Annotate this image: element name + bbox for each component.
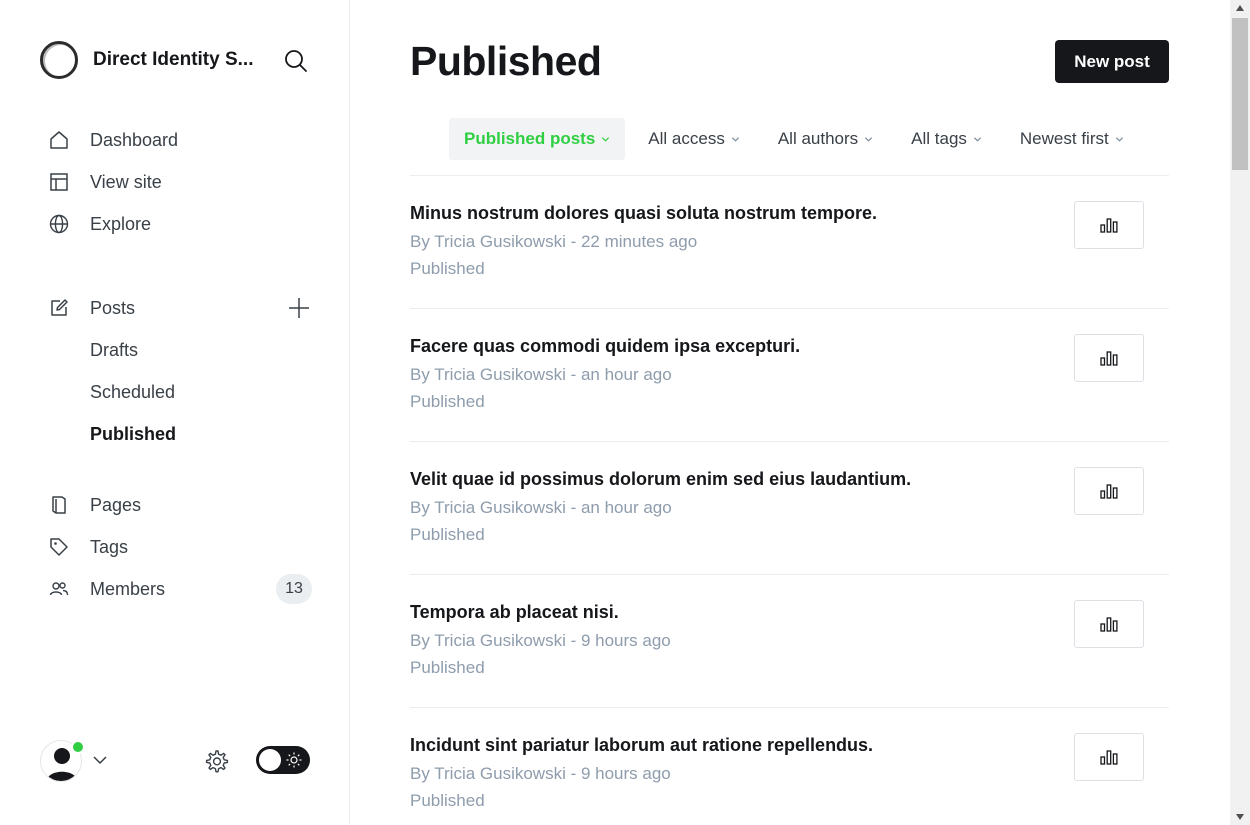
filter-type[interactable]: Published posts xyxy=(449,118,626,160)
tag-icon xyxy=(46,534,72,560)
sidebar: Direct Identity S... Dashboard View site… xyxy=(0,0,350,825)
filter-label: All access xyxy=(648,129,725,148)
post-list-item[interactable]: Tempora ab placeat nisi. By Tricia Gusik… xyxy=(410,575,1169,708)
post-title[interactable]: Facere quas commodi quidem ipsa exceptur… xyxy=(410,336,800,357)
bar-chart-icon xyxy=(1100,484,1118,499)
filter-sort[interactable]: Newest first xyxy=(1005,118,1139,160)
post-title[interactable]: Minus nostrum dolores quasi soluta nostr… xyxy=(410,203,877,224)
home-icon xyxy=(46,127,72,153)
theme-toggle[interactable] xyxy=(256,746,310,774)
chevron-down-icon xyxy=(602,136,610,142)
nav-item-label: Dashboard xyxy=(90,129,179,150)
filter-access[interactable]: All access xyxy=(633,118,755,160)
bar-chart-icon xyxy=(1100,617,1118,632)
nav-item-dashboard[interactable]: Dashboard xyxy=(46,119,316,161)
site-brand[interactable]: Direct Identity S... xyxy=(40,40,263,80)
nav-item-scheduled[interactable]: Scheduled xyxy=(46,371,316,413)
new-post-button[interactable]: New post xyxy=(1055,40,1169,83)
filter-tags[interactable]: All tags xyxy=(896,118,997,160)
post-meta: By Tricia Gusikowski - an hour ago xyxy=(410,365,672,384)
scroll-down-arrow-icon[interactable] xyxy=(1230,809,1250,825)
scroll-up-arrow-icon[interactable] xyxy=(1230,0,1250,16)
bar-chart-icon xyxy=(1100,351,1118,366)
nav-item-label: Explore xyxy=(90,213,152,234)
scrollbar-thumb[interactable] xyxy=(1232,18,1248,170)
edit-icon xyxy=(46,295,72,321)
nav-item-label: Members xyxy=(90,578,166,599)
secondary-nav: Pages Tags Members 13 xyxy=(46,484,316,610)
gear-icon[interactable] xyxy=(202,747,230,775)
chevron-down-icon xyxy=(1115,136,1123,142)
nav-item-label: Drafts xyxy=(90,339,139,360)
analytics-button[interactable] xyxy=(1074,201,1144,249)
sidebar-footer xyxy=(40,738,312,782)
site-logo xyxy=(40,41,78,79)
filter-label: Published posts xyxy=(464,129,596,148)
nav-item-label: Pages xyxy=(90,494,142,515)
post-status: Published xyxy=(410,658,485,677)
nav-item-published[interactable]: Published xyxy=(46,413,316,455)
post-meta: By Tricia Gusikowski - 9 hours ago xyxy=(410,764,671,783)
nav-item-label: View site xyxy=(90,171,162,192)
post-list-item[interactable]: Facere quas commodi quidem ipsa exceptur… xyxy=(410,309,1169,442)
members-count-badge: 13 xyxy=(276,574,312,604)
main-content: Published New post Published posts All a… xyxy=(350,0,1230,825)
primary-nav: Dashboard View site Explore xyxy=(46,119,316,245)
search-icon[interactable] xyxy=(283,48,309,74)
post-meta: By Tricia Gusikowski - 22 minutes ago xyxy=(410,232,698,251)
bar-chart-icon xyxy=(1100,218,1118,233)
chevron-down-icon[interactable] xyxy=(92,752,108,768)
post-meta: By Tricia Gusikowski - an hour ago xyxy=(410,498,672,517)
post-list-item[interactable]: Incidunt sint pariatur laborum aut ratio… xyxy=(410,708,1169,825)
nav-item-label: Posts xyxy=(90,297,136,318)
post-status: Published xyxy=(410,392,485,411)
toggle-knob xyxy=(259,749,281,771)
nav-item-members[interactable]: Members 13 xyxy=(46,568,316,610)
chevron-down-icon xyxy=(731,136,739,142)
post-title[interactable]: Tempora ab placeat nisi. xyxy=(410,602,619,623)
nav-item-label: Tags xyxy=(90,536,129,557)
posts-nav: Posts Drafts Scheduled Published xyxy=(46,287,316,455)
page-icon xyxy=(46,492,72,518)
nav-item-pages[interactable]: Pages xyxy=(46,484,316,526)
analytics-button[interactable] xyxy=(1074,600,1144,648)
nav-item-explore[interactable]: Explore xyxy=(46,203,316,245)
filter-authors[interactable]: All authors xyxy=(763,118,888,160)
chevron-down-icon xyxy=(973,136,981,142)
post-title[interactable]: Incidunt sint pariatur laborum aut ratio… xyxy=(410,735,873,756)
post-meta: By Tricia Gusikowski - 9 hours ago xyxy=(410,631,671,650)
nav-item-label: Scheduled xyxy=(90,381,176,402)
site-title: Direct Identity S... xyxy=(93,49,254,70)
post-title[interactable]: Velit quae id possimus dolorum enim sed … xyxy=(410,469,911,490)
nav-item-label: Published xyxy=(90,423,177,444)
filter-label: All tags xyxy=(911,129,967,148)
analytics-button[interactable] xyxy=(1074,334,1144,382)
filter-label: All authors xyxy=(777,129,859,148)
post-list-item[interactable]: Minus nostrum dolores quasi soluta nostr… xyxy=(410,176,1169,309)
post-status: Published xyxy=(410,525,485,544)
nav-item-view-site[interactable]: View site xyxy=(46,161,316,203)
nav-item-drafts[interactable]: Drafts xyxy=(46,329,316,371)
analytics-button[interactable] xyxy=(1074,733,1144,781)
layout-icon xyxy=(46,169,72,195)
filter-bar: Published posts All access All authors A… xyxy=(449,118,1139,160)
page-scrollbar[interactable] xyxy=(1230,0,1250,825)
post-list-item[interactable]: Velit quae id possimus dolorum enim sed … xyxy=(410,442,1169,575)
members-icon xyxy=(46,576,72,602)
bar-chart-icon xyxy=(1100,750,1118,765)
post-list: Minus nostrum dolores quasi soluta nostr… xyxy=(410,175,1169,825)
nav-item-posts[interactable]: Posts xyxy=(46,287,316,329)
chevron-down-icon xyxy=(865,136,873,142)
sun-icon xyxy=(286,752,302,768)
online-status-dot xyxy=(71,740,85,754)
analytics-button[interactable] xyxy=(1074,467,1144,515)
post-status: Published xyxy=(410,791,485,810)
add-post-icon[interactable] xyxy=(286,295,312,321)
page-title: Published xyxy=(410,38,602,84)
nav-item-tags[interactable]: Tags xyxy=(46,526,316,568)
globe-icon xyxy=(46,211,72,237)
filter-label: Newest first xyxy=(1019,129,1109,148)
post-status: Published xyxy=(410,259,485,278)
